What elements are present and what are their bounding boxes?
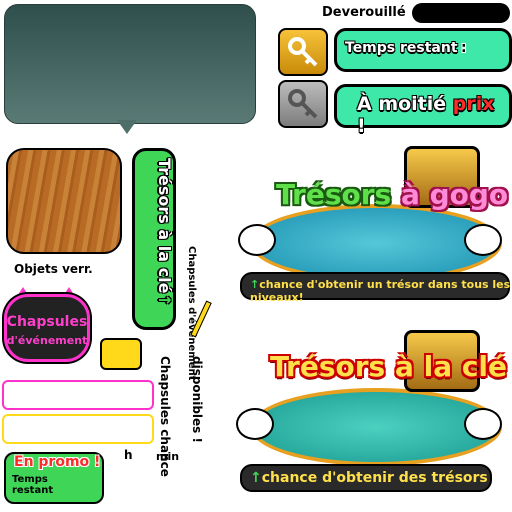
locked-objects-label: Objets verr.: [14, 262, 93, 276]
available-vertical: disponibles !: [190, 356, 204, 443]
time-left-label: Temps restant: [345, 40, 458, 56]
cat-icon: [236, 408, 274, 440]
cat-icon: [238, 224, 276, 256]
pink-field: [2, 380, 154, 410]
event-capsules-line1: Chapsules: [6, 314, 88, 330]
yellow-button[interactable]: [100, 338, 142, 370]
promo-time-label: Temps restant: [12, 474, 54, 496]
chance-capsules-vertical: Chapsules chance: [158, 356, 172, 477]
treasure-key-tab-label: Trésors à la clé↑: [155, 158, 174, 307]
time-separator: :: [461, 40, 467, 56]
event-capsules-line2: d'événement: [6, 334, 88, 347]
unlock-bar: [412, 3, 510, 23]
key-icon: [288, 89, 318, 119]
yellow-field: [2, 414, 154, 444]
half-price-button[interactable]: À moitié prix !: [334, 84, 512, 137]
time-left-panel: Temps restant :: [334, 28, 512, 72]
cat-icon: [464, 224, 502, 256]
wood-panel: [6, 148, 122, 254]
hours-unit: h: [124, 448, 133, 462]
cat-icon: [464, 408, 502, 440]
grey-key-button[interactable]: [278, 80, 328, 128]
gold-key-button[interactable]: [278, 28, 328, 76]
speech-bubble: [4, 4, 256, 124]
promo-label: En promo !: [14, 454, 101, 470]
treasure-banner-2-subtitle: ↑chance d'obtenir des trésors: [250, 470, 488, 486]
key-icon: [288, 37, 318, 67]
treasure-banner-1-title: Trésors à gogo: [276, 178, 509, 211]
unlock-label: Deverouillé: [322, 5, 406, 20]
treasure-banner-2-title: Trésors à la clé: [270, 350, 508, 383]
half-price-label: À moitié prix !: [357, 93, 495, 137]
treasure-banner-1-subtitle: ↑chance d'obtenir un trésor dans tous le…: [250, 278, 511, 304]
speech-bubble-tail: [117, 120, 137, 134]
